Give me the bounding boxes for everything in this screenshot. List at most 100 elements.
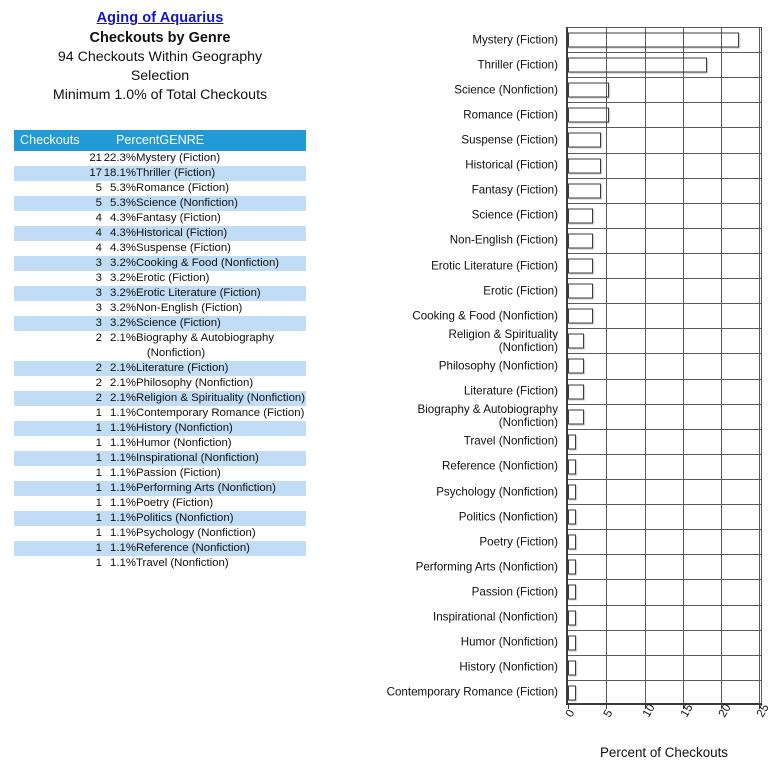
cell-genre-name: Reference (Nonfiction) [136, 542, 250, 554]
table-row[interactable]: 1 1.1%Poetry (Fiction) [14, 496, 306, 511]
chart-y-label: Thriller (Fiction) [477, 58, 558, 72]
table-row[interactable]: 2 2.1%Literature (Fiction) [14, 361, 306, 376]
cell-percent-genre: 2.1%Religion & Spirituality (Nonfiction) [102, 391, 306, 406]
genre-checkouts-table: Checkouts PercentGENRE 21 22.3%Mystery (F… [14, 130, 306, 571]
chart-bar[interactable] [568, 534, 577, 550]
table-row[interactable]: 3 3.2%Science (Fiction) [14, 316, 306, 331]
cell-checkouts: 5 [14, 196, 102, 211]
chart-bar[interactable] [568, 384, 585, 400]
cell-percent-genre: 4.3%Fantasy (Fiction) [102, 211, 306, 226]
report-threshold-line: Minimum 1.0% of Total Checkouts [52, 87, 268, 103]
chart-bar[interactable] [568, 283, 593, 299]
table-row[interactable]: 4 4.3%Suspense (Fiction) [14, 241, 306, 256]
cell-percent-value: 1.1% [110, 557, 136, 569]
table-body: 21 22.3%Mystery (Fiction) 17 18.1%Thriller … [14, 151, 306, 571]
chart-y-label: Romance (Fiction) [463, 108, 558, 122]
cell-percent-genre: 1.1%Politics (Nonfiction) [102, 511, 306, 526]
cell-checkouts: 1 [14, 466, 102, 481]
table-row[interactable]: 21 22.3%Mystery (Fiction) [14, 151, 306, 166]
cell-percent-value: 1.1% [110, 527, 136, 539]
chart-bar[interactable] [568, 158, 601, 174]
chart-bar[interactable] [568, 584, 577, 600]
table-row[interactable]: 1 1.1%Passion (Fiction) [14, 466, 306, 481]
chart-y-label: Performing Arts (Nonfiction) [415, 560, 558, 574]
cell-genre-name: Cooking & Food (Nonfiction) [136, 257, 280, 269]
chart-row [568, 329, 761, 355]
chart-bar[interactable] [568, 57, 707, 73]
chart-bar[interactable] [568, 610, 577, 626]
chart-bar[interactable] [568, 484, 577, 500]
chart-y-label: Biography & Autobiography (Nonfiction) [417, 403, 558, 430]
table-row[interactable]: 4 4.3%Fantasy (Fiction) [14, 211, 306, 226]
chart-bar[interactable] [568, 434, 577, 450]
column-header-checkouts[interactable]: Checkouts [14, 130, 102, 151]
table-row[interactable]: 4 4.3%Historical (Fiction) [14, 226, 306, 241]
chart-bar[interactable] [568, 183, 601, 199]
chart-bar[interactable] [568, 409, 585, 425]
chart-bar[interactable] [568, 358, 585, 374]
table-row[interactable]: 1 1.1%Inspirational (Nonfiction) [14, 451, 306, 466]
chart-row [568, 380, 761, 405]
chart-bar[interactable] [568, 82, 609, 98]
cell-percent-value: 1.1% [110, 482, 136, 494]
cell-genre-name: Philosophy (Nonfiction) [136, 377, 254, 389]
chart-bar[interactable] [568, 660, 577, 676]
chart-row [568, 229, 761, 254]
chart-y-label: Erotic (Fiction) [483, 284, 558, 298]
table-row[interactable]: 1 1.1%Humor (Nonfiction) [14, 436, 306, 451]
cell-genre-name: Contemporary Romance (Fiction) [136, 407, 305, 419]
table-row[interactable]: 3 3.2%Erotic Literature (Fiction) [14, 286, 306, 301]
chart-y-label: Reference (Nonfiction) [442, 459, 558, 473]
chart-row [568, 580, 761, 606]
chart-bar[interactable] [568, 258, 593, 274]
chart-row [568, 455, 761, 480]
cell-percent-value: 1.1% [110, 422, 136, 434]
table-row[interactable]: 1 1.1%History (Nonfiction) [14, 421, 306, 436]
table-row[interactable]: 1 1.1%Performing Arts (Nonfiction) [14, 481, 306, 496]
report-scope-line-2: Selection [130, 68, 190, 84]
cell-checkouts: 1 [14, 481, 102, 496]
chart-bar[interactable] [568, 559, 577, 575]
column-header-percent-genre[interactable]: PercentGENRE [102, 130, 306, 151]
table-row[interactable]: 1 1.1%Psychology (Nonfiction) [14, 526, 306, 541]
chart-bar[interactable] [568, 233, 593, 249]
cell-genre-name: Passion (Fiction) [136, 467, 221, 479]
chart-bar[interactable] [568, 308, 593, 324]
chart-row [568, 53, 761, 79]
table-row[interactable]: 3 3.2%Cooking & Food (Nonfiction) [14, 256, 306, 271]
chart-bar[interactable] [568, 132, 601, 148]
table-row[interactable]: 3 3.2%Non-English (Fiction) [14, 301, 306, 316]
cell-genre-name: Science (Nonfiction) [136, 197, 238, 209]
table-row[interactable]: 1 1.1%Travel (Nonfiction) [14, 556, 306, 571]
chart-y-label: Contemporary Romance (Fiction) [386, 685, 558, 699]
table-row[interactable]: 5 5.3%Science (Nonfiction) [14, 196, 306, 211]
cell-genre-name: Erotic Literature (Fiction) [136, 287, 261, 299]
chart-bar[interactable] [568, 509, 577, 525]
table-row[interactable]: 1 1.1%Politics (Nonfiction) [14, 511, 306, 526]
table-row[interactable]: 2 2.1%Biography & Autobiography (Nonfictio… [14, 331, 306, 361]
chart-bar[interactable] [568, 32, 739, 48]
chart-bar[interactable] [568, 208, 593, 224]
chart-bar[interactable] [568, 333, 585, 349]
chart-y-label: Mystery (Fiction) [472, 33, 558, 47]
table-row[interactable]: 3 3.2%Erotic (Fiction) [14, 271, 306, 286]
table-row[interactable]: 17 18.1%Thriller (Fiction) [14, 166, 306, 181]
chart-row [568, 631, 761, 656]
chart-bar[interactable] [568, 107, 609, 123]
chart-bar[interactable] [568, 459, 577, 475]
chart-y-axis-labels: Mystery (Fiction) Thriller (Fiction) Scien… [360, 27, 562, 705]
table-row[interactable]: 1 1.1%Contemporary Romance (Fiction) [14, 406, 306, 421]
cell-percent-value: 4.3% [110, 227, 136, 239]
table-row[interactable]: 5 5.3%Romance (Fiction) [14, 181, 306, 196]
chart-y-label: Poetry (Fiction) [479, 535, 558, 549]
chart-bar[interactable] [568, 635, 577, 651]
cell-percent-value: 3.2% [110, 272, 136, 284]
chart-bar[interactable] [568, 685, 577, 701]
table-row[interactable]: 2 2.1%Philosophy (Nonfiction) [14, 376, 306, 391]
cell-percent-genre: 3.2%Cooking & Food (Nonfiction) [102, 256, 306, 271]
report-title-link[interactable]: Aging of Aquarius [97, 9, 224, 27]
table-row[interactable]: 2 2.1%Religion & Spirituality (Nonfiction… [14, 391, 306, 406]
cell-percent-genre: 1.1%Passion (Fiction) [102, 466, 306, 481]
cell-checkouts: 1 [14, 436, 102, 451]
table-row[interactable]: 1 1.1%Reference (Nonfiction) [14, 541, 306, 556]
